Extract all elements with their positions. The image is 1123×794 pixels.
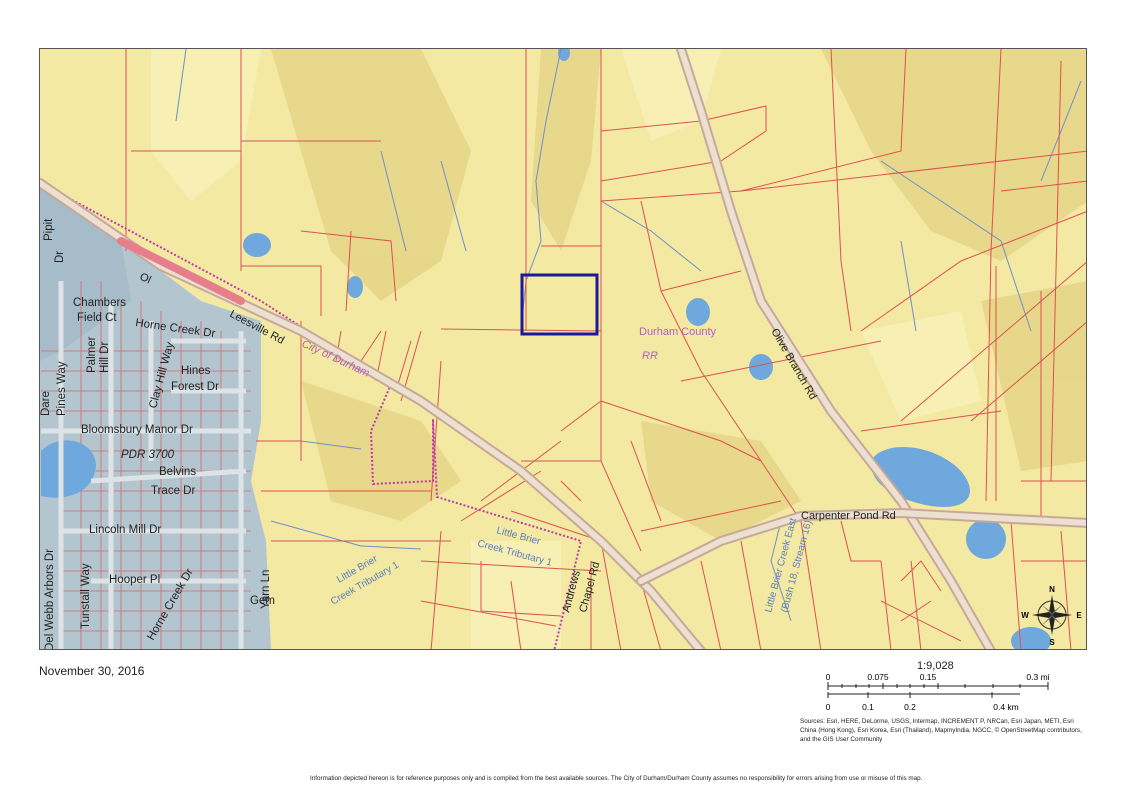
map-disclaimer: Information depicted hereon is for refer… <box>310 775 923 782</box>
dare-label: Dare <box>40 391 52 416</box>
pdr-3700-label: PDR 3700 <box>121 449 175 461</box>
scale-km-2: 0.2 <box>904 702 916 712</box>
field-ct-label: Field Ct <box>77 312 117 324</box>
compass-e: E <box>1076 611 1082 620</box>
durham-county-label: Durham County <box>639 326 717 338</box>
scale-km-1: 0.1 <box>862 702 874 712</box>
north-arrow-compass: N S W E <box>1021 585 1082 647</box>
bloomsbury-manor-dr-label: Bloomsbury Manor Dr <box>81 424 193 436</box>
scale-mi-3: 0.3 mi <box>1026 672 1049 682</box>
map-date: November 30, 2016 <box>39 664 145 678</box>
hill-dr-label: Hill Dr <box>99 342 111 373</box>
yarn-ln-label: Yarn Ln <box>260 570 272 609</box>
hines-label: Hines <box>181 365 211 377</box>
compass-n: N <box>1049 585 1055 594</box>
map-canvas[interactable]: Ol Leesville Rd City of Durham Durham Co… <box>40 49 1087 650</box>
scale-mi-2: 0.15 <box>920 672 937 682</box>
del-webb-arbors-dr-label: Del Webb Arbors Dr <box>44 549 56 650</box>
pipit-label: Pipit <box>43 218 55 241</box>
scale-km-0: 0 <box>826 702 831 712</box>
scale-mi-0: 0 <box>826 672 831 682</box>
carpenter-pond-rd-label: Carpenter Pond Rd <box>801 510 896 522</box>
hooper-pl-label: Hooper Pl <box>109 574 160 586</box>
chambers-label: Chambers <box>73 297 126 309</box>
scale-km-3: 0.4 km <box>993 702 1019 712</box>
rr-label: RR <box>642 350 658 362</box>
map-frame[interactable]: Ol Leesville Rd City of Durham Durham Co… <box>39 48 1087 650</box>
palmer-label: Palmer <box>86 336 98 373</box>
compass-w: W <box>1021 611 1029 620</box>
pines-way-label: Pines Way <box>56 361 68 416</box>
scale-mi-1: 0.075 <box>867 672 889 682</box>
compass-s: S <box>1049 638 1055 647</box>
trace-dr-label: Trace Dr <box>151 485 195 497</box>
forest-dr-label: Forest Dr <box>171 381 219 393</box>
pipit-dr-label: Dr <box>54 251 66 263</box>
tunstall-way-label: Tunstall Way <box>80 563 92 629</box>
map-sources: Sources: Esri, HERE, DeLorme, USGS, Inte… <box>800 718 1082 743</box>
scale-bar: 0 0.075 0.15 0.3 mi 0 0.1 0.2 0.4 km <box>826 672 1050 712</box>
belvins-label: Belvins <box>159 466 196 478</box>
lincoln-mill-dr-label: Lincoln Mill Dr <box>89 524 161 536</box>
